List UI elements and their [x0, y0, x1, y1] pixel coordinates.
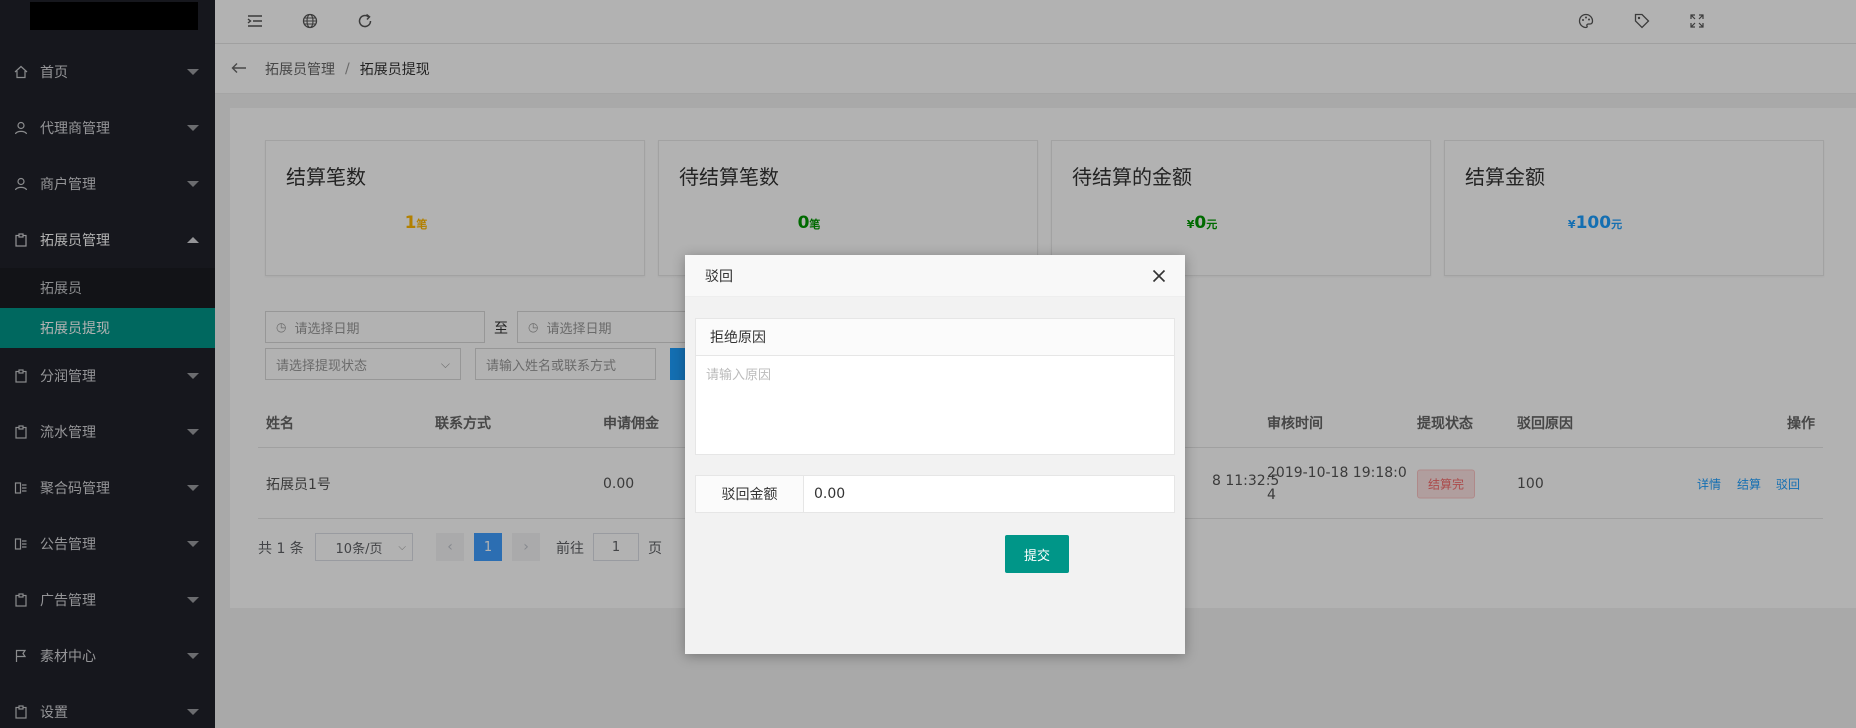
reason-label: 拒绝原因 — [696, 319, 1174, 356]
amount-field-group: 驳回金额 — [695, 475, 1175, 513]
close-icon[interactable] — [1149, 266, 1169, 286]
reason-textarea[interactable] — [696, 356, 1174, 454]
amount-label: 驳回金额 — [696, 476, 804, 512]
submit-button[interactable]: 提交 — [1005, 535, 1069, 573]
modal-title: 驳回 — [705, 268, 733, 285]
reason-field-group: 拒绝原因 — [695, 318, 1175, 455]
amount-input[interactable] — [804, 476, 1174, 512]
modal-header: 驳回 — [685, 255, 1185, 297]
reject-modal: 驳回 拒绝原因 驳回金额 提交 — [685, 255, 1185, 654]
